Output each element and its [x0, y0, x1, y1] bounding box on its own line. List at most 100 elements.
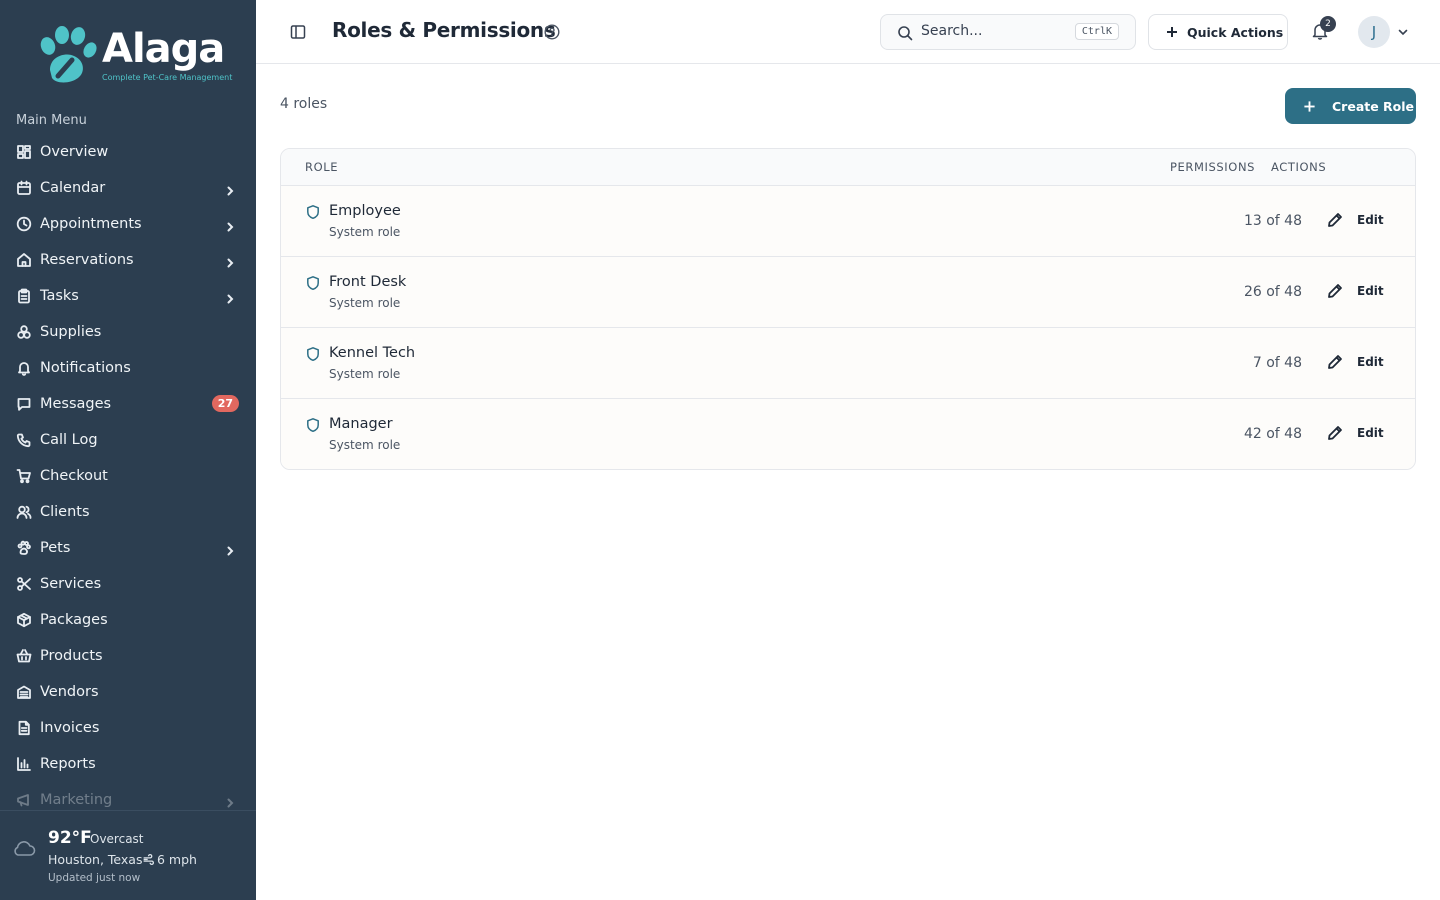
scissors-icon — [16, 576, 32, 592]
sidebar-item-calendar[interactable]: Calendar — [0, 170, 256, 206]
shield-icon — [307, 347, 319, 362]
page-title: Roles & Permissions — [332, 18, 556, 42]
bell-icon — [16, 360, 32, 376]
role-name: Manager — [329, 416, 393, 432]
sidebar-toggle-icon[interactable] — [290, 24, 306, 40]
chart-icon — [16, 756, 32, 772]
brand-name: Alaga — [102, 26, 225, 72]
weather-temp: 92°F — [48, 828, 92, 848]
sidebar-item-notifications[interactable]: Notifications — [0, 350, 256, 386]
role-name: Kennel Tech — [329, 345, 416, 361]
vendor-icon — [16, 684, 32, 700]
chevron-right-icon — [224, 218, 236, 232]
column-header-role: ROLE — [305, 160, 339, 174]
sidebar-item-label: Supplies — [40, 324, 102, 340]
sidebar-item-appointments[interactable]: Appointments — [0, 206, 256, 242]
column-header-permissions: PERMISSIONS — [1170, 160, 1256, 174]
sidebar-item-pets[interactable]: Pets — [0, 530, 256, 566]
weather-updated: Updated just now — [48, 872, 141, 884]
sidebar-item-label: Services — [40, 576, 102, 592]
edit-role-button[interactable]: Edit — [1327, 212, 1384, 228]
pencil-icon — [1328, 213, 1342, 227]
notifications-count-badge: 2 — [1320, 16, 1336, 32]
sidebar-item-invoices[interactable]: Invoices — [0, 710, 256, 746]
clock-icon — [16, 216, 32, 232]
chevron-down-icon[interactable] — [1397, 26, 1409, 38]
package-icon — [16, 612, 32, 628]
sidebar-item-call-log[interactable]: Call Log — [0, 422, 256, 458]
pencil-icon — [1328, 284, 1342, 298]
sidebar-item-label: Notifications — [40, 360, 131, 376]
sidebar-item-label: Overview — [40, 144, 109, 160]
home-icon — [16, 252, 32, 268]
sidebar-item-reports[interactable]: Reports — [0, 746, 256, 782]
weather-widget: 92°F Overcast Houston, Texas 6 mph Updat… — [0, 810, 256, 900]
wind-icon — [143, 854, 154, 865]
table-row: Employee System role 13 of 48 Edit — [281, 186, 1415, 257]
sidebar-item-checkout[interactable]: Checkout — [0, 458, 256, 494]
sidebar-item-overview[interactable]: Overview — [0, 134, 256, 170]
clipboard-icon — [16, 288, 32, 304]
sidebar-item-label: Reservations — [40, 252, 134, 268]
basket-icon — [16, 648, 32, 664]
sidebar-item-label: Tasks — [40, 288, 79, 304]
edit-label: Edit — [1357, 284, 1384, 298]
sidebar-item-label: Call Log — [40, 432, 98, 448]
table-body: Employee System role 13 of 48 Edit Front Des… — [281, 186, 1415, 469]
boxes-icon — [16, 324, 32, 340]
sidebar-item-reservations[interactable]: Reservations — [0, 242, 256, 278]
sidebar-item-messages[interactable]: Messages 27 — [0, 386, 256, 422]
edit-label: Edit — [1357, 355, 1384, 369]
edit-role-button[interactable]: Edit — [1327, 283, 1384, 299]
paw-logo-icon — [40, 26, 97, 83]
help-icon[interactable] — [544, 24, 560, 40]
edit-role-button[interactable]: Edit — [1327, 354, 1384, 370]
create-role-button[interactable]: Create Role — [1285, 88, 1416, 124]
role-permission-count: 42 of 48 — [1243, 426, 1302, 442]
brand-tagline: Complete Pet-Care Management — [102, 73, 233, 82]
paw-icon — [16, 540, 32, 556]
shield-icon — [307, 205, 319, 220]
role-permission-count: 26 of 48 — [1243, 284, 1302, 300]
weather-wind: 6 mph — [142, 852, 197, 867]
pencil-icon — [1328, 426, 1342, 440]
file-icon — [16, 720, 32, 736]
sidebar-item-clients[interactable]: Clients — [0, 494, 256, 530]
search-box[interactable]: Search... CtrlK — [880, 14, 1136, 50]
sidebar-item-vendors[interactable]: Vendors — [0, 674, 256, 710]
sidebar-item-tasks[interactable]: Tasks — [0, 278, 256, 314]
grid-icon — [16, 144, 32, 160]
create-role-label: Create Role — [1332, 98, 1415, 114]
sidebar-item-label: Invoices — [40, 720, 100, 736]
sidebar-item-label: Vendors — [40, 684, 99, 700]
roles-count: 4 roles — [280, 96, 328, 112]
quick-actions-button[interactable]: Quick Actions — [1148, 14, 1288, 50]
role-permission-count: 7 of 48 — [1252, 355, 1302, 371]
sidebar-item-packages[interactable]: Packages — [0, 602, 256, 638]
sidebar-item-products[interactable]: Products — [0, 638, 256, 674]
search-shortcut-kbd: CtrlK — [1074, 23, 1119, 40]
sidebar-item-supplies[interactable]: Supplies — [0, 314, 256, 350]
pencil-icon — [1328, 355, 1342, 369]
shield-icon — [307, 276, 319, 291]
table-row: Kennel Tech System role 7 of 48 Edit — [281, 328, 1415, 399]
sidebar-item-label: Pets — [40, 540, 71, 556]
sidebar-item-services[interactable]: Services — [0, 566, 256, 602]
main-menu-title: Main Menu — [16, 113, 87, 128]
user-avatar[interactable]: J — [1358, 16, 1390, 48]
sidebar: Alaga Complete Pet-Care Management Main … — [0, 0, 256, 900]
brand-logo[interactable]: Alaga Complete Pet-Care Management — [36, 24, 232, 88]
column-header-actions: ACTIONS — [1271, 160, 1327, 174]
role-type: System role — [329, 367, 401, 381]
sidebar-item-label: Reports — [40, 756, 96, 772]
weather-wind-speed: 6 mph — [157, 852, 197, 867]
shield-icon — [307, 418, 319, 433]
edit-role-button[interactable]: Edit — [1327, 425, 1384, 441]
chevron-right-icon — [224, 542, 236, 556]
cloud-icon — [14, 841, 36, 856]
sidebar-item-label: Checkout — [40, 468, 108, 484]
megaphone-icon — [16, 792, 32, 808]
chevron-right-icon — [224, 182, 236, 196]
role-type: System role — [329, 438, 401, 452]
table-header: ROLE PERMISSIONS ACTIONS — [281, 149, 1415, 186]
